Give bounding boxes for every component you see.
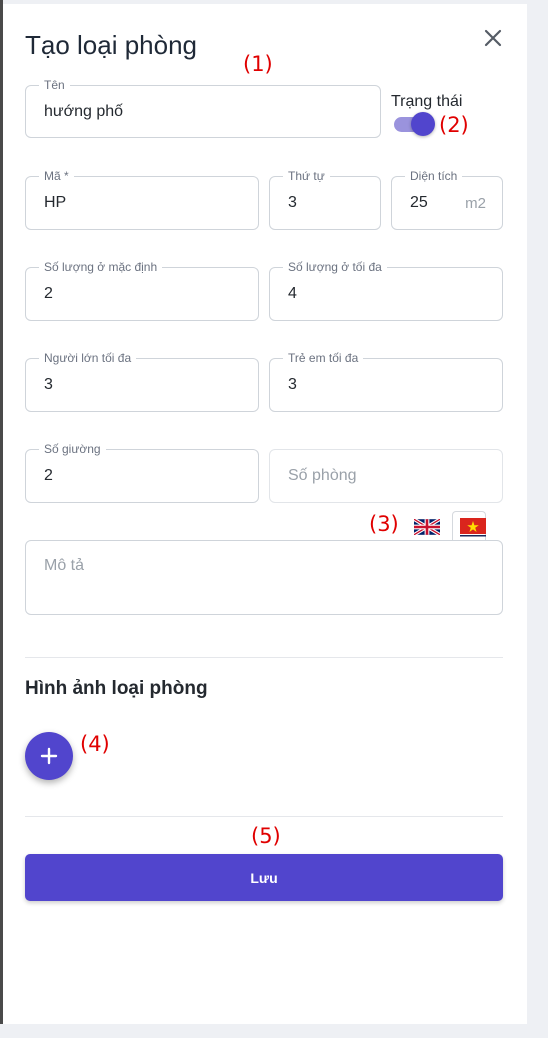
divider xyxy=(25,657,503,658)
order-value: 3 xyxy=(288,194,297,211)
code-value: HP xyxy=(44,194,67,211)
plus-icon xyxy=(40,747,58,765)
dialog-title: Tạo loại phòng xyxy=(25,30,198,60)
default-occupancy-value: 2 xyxy=(44,285,53,302)
divider xyxy=(25,816,503,817)
toggle-thumb xyxy=(411,112,435,136)
description-placeholder: Mô tả xyxy=(44,557,85,574)
create-room-type-dialog: Tạo loại phòng (1) Tên hướng phố Trạng t… xyxy=(3,4,527,1024)
area-unit: m2 xyxy=(465,194,486,212)
rooms-placeholder: Số phòng xyxy=(288,467,357,484)
annotation-4: (4) xyxy=(80,732,110,756)
close-icon[interactable] xyxy=(481,26,505,50)
max-children-field[interactable]: Trẻ em tối đa 3 xyxy=(269,351,503,412)
add-image-button[interactable] xyxy=(25,732,73,780)
annotation-5: (5) xyxy=(251,824,281,848)
status-toggle[interactable] xyxy=(392,110,436,136)
annotation-3: (3) xyxy=(369,512,399,536)
description-field[interactable]: Mô tả xyxy=(25,540,503,615)
images-section-title: Hình ảnh loại phòng xyxy=(25,678,208,699)
order-field[interactable]: Thứ tự 3 xyxy=(269,169,381,230)
beds-value: 2 xyxy=(44,467,53,484)
area-field[interactable]: Diện tích 25 m2 xyxy=(391,169,503,230)
default-occupancy-field[interactable]: Số lượng ở mặc định 2 xyxy=(25,260,259,321)
max-occupancy-value: 4 xyxy=(288,285,297,302)
rooms-field[interactable]: Số phòng xyxy=(269,449,503,503)
area-value: 25 xyxy=(410,194,428,211)
max-adults-value: 3 xyxy=(44,376,53,393)
default-occupancy-label: Số lượng ở mặc định xyxy=(39,260,163,274)
max-adults-label: Người lớn tối đa xyxy=(39,351,137,365)
save-button[interactable]: Lưu xyxy=(25,854,503,901)
uk-flag-icon xyxy=(414,519,440,535)
status-label: Trạng thái xyxy=(391,93,463,110)
beds-field[interactable]: Số giường 2 xyxy=(25,442,259,503)
annotation-1: (1) xyxy=(243,52,273,76)
language-tab-en[interactable] xyxy=(407,513,441,541)
name-field[interactable]: Tên hướng phố xyxy=(25,78,381,138)
code-field[interactable]: Mã * HP xyxy=(25,169,259,230)
max-adults-field[interactable]: Người lớn tối đa 3 xyxy=(25,351,259,412)
language-tab-vi[interactable] xyxy=(452,511,486,541)
max-occupancy-label: Số lượng ở tối đa xyxy=(283,260,387,274)
annotation-2: (2) xyxy=(439,113,469,137)
name-value: hướng phố xyxy=(44,102,124,120)
max-children-value: 3 xyxy=(288,376,297,393)
vietnam-flag-icon xyxy=(460,518,486,537)
max-occupancy-field[interactable]: Số lượng ở tối đa 4 xyxy=(269,260,503,321)
